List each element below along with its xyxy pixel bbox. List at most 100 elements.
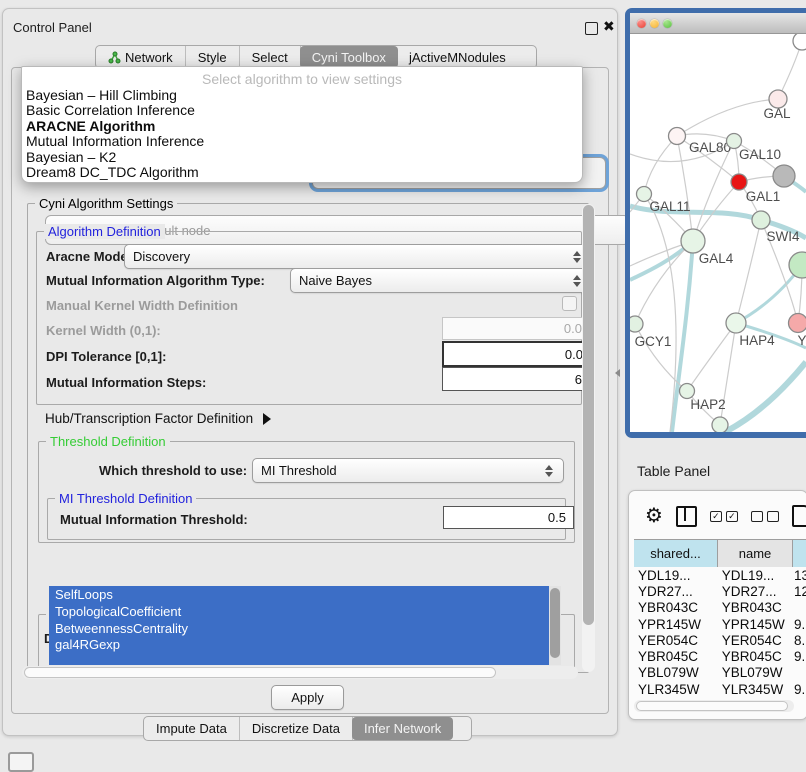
settings-horizontal-scrollbar[interactable]	[22, 666, 578, 679]
table-row[interactable]: YPR145WYPR145W9.	[634, 616, 806, 632]
tab-network[interactable]: Network	[96, 46, 186, 68]
close-icon[interactable]: ✖	[603, 18, 615, 35]
tab-select[interactable]: Select	[240, 46, 301, 68]
attribute-item[interactable]: SelfLoops	[49, 586, 549, 603]
aracne-mode-combobox[interactable]: Discovery	[124, 244, 592, 269]
apply-button[interactable]: Apply	[271, 685, 344, 710]
table-row[interactable]: YDR27...YDR27...12	[634, 583, 806, 599]
algorithm-option[interactable]: Dream8 DC_TDC Algorithm	[22, 165, 582, 180]
manual-kernel-width-checkbox[interactable]	[562, 296, 577, 311]
mi-threshold-definition-title: MI Threshold Definition	[55, 491, 196, 506]
float-window-icon[interactable]	[585, 22, 598, 35]
network-node-hap4[interactable]	[726, 313, 746, 333]
tab-jactivemnodules[interactable]: jActiveMNodules	[397, 46, 518, 68]
splitter-collapse-icon[interactable]	[615, 369, 620, 377]
table-row[interactable]: YBR045CYBR045C9.	[634, 648, 806, 664]
algorithm-option[interactable]: Mutual Information Inference	[22, 134, 582, 149]
mi-steps-label: Mutual Information Steps:	[46, 375, 206, 390]
network-node-label: GAL10	[739, 147, 781, 162]
algorithm-popup-list: Bayesian – Hill ClimbingBasic Correlatio…	[22, 88, 582, 180]
network-node[interactable]	[712, 417, 728, 432]
network-node[interactable]	[789, 252, 806, 278]
new-table-icon[interactable]	[792, 505, 806, 527]
column-header-extra[interactable]	[793, 540, 806, 567]
network-edge[interactable]	[736, 220, 761, 323]
network-edge[interactable]	[635, 241, 693, 324]
kernel-width-value: 0.0	[564, 321, 582, 336]
hub-tf-definition-toggle[interactable]: Hub/Transcription Factor Definition	[45, 411, 271, 426]
kernel-width-input[interactable]: 0.0	[442, 317, 590, 340]
which-threshold-combobox[interactable]: MI Threshold	[252, 458, 564, 483]
data-attributes-list[interactable]: SelfLoopsTopologicalCoefficientBetweenne…	[49, 586, 549, 665]
network-edge[interactable]	[644, 136, 677, 194]
network-window-titlebar[interactable]	[630, 13, 806, 34]
table-row[interactable]: YBR043CYBR043C	[634, 600, 806, 616]
attributes-scrollbar[interactable]	[549, 586, 561, 665]
which-threshold-label: Which threshold to use:	[99, 463, 247, 478]
algorithm-option[interactable]: Bayesian – Hill Climbing	[22, 88, 582, 103]
tab-discretize-data[interactable]: Discretize Data	[240, 717, 353, 740]
mi-algorithm-type-combobox[interactable]: Naive Bayes	[290, 268, 592, 293]
network-node-label: HAP2	[690, 397, 725, 412]
mi-steps-input[interactable]: 6	[442, 367, 590, 391]
table-row[interactable]: YBL079WYBL079W	[634, 665, 806, 681]
mi-algorithm-type-label: Mutual Information Algorithm Type:	[46, 273, 265, 288]
network-node[interactable]	[773, 165, 795, 187]
table-cell: YBR045C	[634, 649, 716, 664]
network-edge[interactable]	[725, 362, 806, 432]
grid-view-icon[interactable]	[8, 752, 34, 772]
tab-impute-data[interactable]: Impute Data	[144, 717, 240, 740]
aracne-mode-value: Discovery	[133, 249, 190, 264]
deselect-all-checkboxes-icon[interactable]	[751, 511, 779, 522]
network-node-swi4[interactable]	[752, 211, 770, 229]
algorithm-option[interactable]: Bayesian – K2	[22, 150, 582, 165]
column-header-shared...[interactable]: shared...	[634, 540, 718, 567]
network-node-y[interactable]	[789, 314, 806, 333]
screenshot-root: { "colors": { "selection_blue": "#3c6ec6…	[0, 0, 806, 762]
table-cell: YBR043C	[634, 600, 716, 615]
network-edge[interactable]	[644, 194, 676, 432]
aracne-mode-label: Aracne Mode:	[46, 249, 132, 264]
table-row[interactable]: YDL19...YDL19...13	[634, 567, 806, 583]
table-horizontal-scrollbar[interactable]	[634, 700, 794, 712]
network-edge[interactable]	[687, 323, 736, 391]
table-cell: YER054C	[634, 633, 716, 648]
dpi-tolerance-input[interactable]: 0.0	[442, 341, 592, 367]
table-cell: YPR145W	[634, 617, 716, 632]
column-header-name[interactable]: name	[718, 540, 793, 567]
attribute-item[interactable]: TopologicalCoefficient	[49, 603, 549, 620]
attribute-item[interactable]: gal4RGexp	[49, 636, 549, 653]
tab-label: Impute Data	[156, 721, 227, 736]
network-node-label: GAL	[763, 106, 791, 121]
split-columns-icon[interactable]	[676, 506, 697, 527]
table-row[interactable]: YIL052CYIL052C9	[634, 697, 806, 698]
select-all-checkboxes-icon[interactable]: ✓✓	[710, 511, 738, 522]
tab-infer-network[interactable]: Infer Network	[352, 717, 453, 740]
algorithm-popup-hint: Select algorithm to view settings	[22, 67, 582, 88]
zoom-traffic-light-icon[interactable]	[663, 19, 672, 28]
network-edge[interactable]	[693, 141, 734, 241]
network-node-gcy1[interactable]	[630, 316, 643, 332]
tab-label: Network	[125, 50, 173, 65]
network-node-gal1[interactable]	[731, 174, 747, 190]
close-traffic-light-icon[interactable]	[637, 19, 646, 28]
gear-icon[interactable]: ⚙	[645, 506, 663, 526]
algorithm-option[interactable]: ARACNE Algorithm	[22, 119, 582, 134]
network-node-label: GAL80	[689, 140, 731, 155]
network-node[interactable]	[793, 34, 806, 50]
tab-style[interactable]: Style	[186, 46, 240, 68]
tab-cyni-toolbox[interactable]: Cyni Toolbox	[300, 46, 398, 68]
network-node-gal80[interactable]	[669, 128, 686, 145]
settings-vertical-scrollbar[interactable]	[582, 204, 595, 672]
network-node-gal4[interactable]	[681, 229, 705, 253]
table-row[interactable]: YER054CYER054C8.	[634, 632, 806, 648]
apply-button-label: Apply	[291, 690, 324, 705]
algorithm-option[interactable]: Basic Correlation Inference	[22, 103, 582, 118]
table-row[interactable]: YLR345WYLR345W9.	[634, 681, 806, 697]
mi-threshold-input[interactable]: 0.5	[443, 506, 574, 529]
table-cell: YDL19...	[716, 568, 791, 583]
attribute-item[interactable]: BetweennessCentrality	[49, 620, 549, 637]
network-node-label: GAL11	[649, 199, 690, 214]
network-canvas[interactable]: GALGAL80GAL10GAL1GAL11SWI4GAL4GCY1HAP4YH…	[630, 34, 806, 432]
minimize-traffic-light-icon[interactable]	[650, 19, 659, 28]
